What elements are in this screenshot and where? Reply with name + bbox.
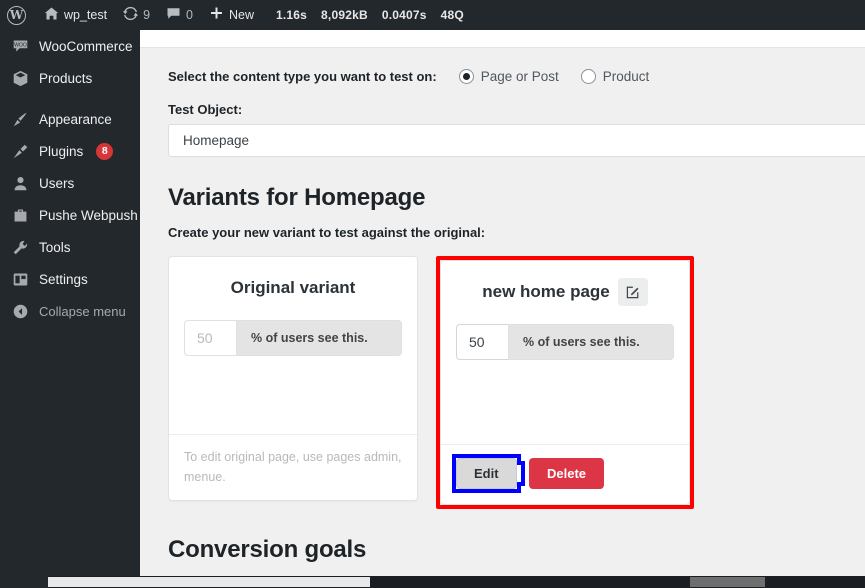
box-icon xyxy=(11,69,30,88)
metric-query-count: 48Q xyxy=(440,8,464,22)
new-variant-percent-addon: % of users see this. xyxy=(508,324,674,360)
briefcase-icon xyxy=(11,206,30,225)
sidebar-item-appearance[interactable]: Appearance xyxy=(0,103,140,135)
variants-subtext: Create your new variant to test against … xyxy=(168,225,486,240)
sidebar-item-label: WooCommerce xyxy=(39,38,133,54)
highlight-box-new-variant: new home page 50 % of users see this. Ed… xyxy=(436,256,694,509)
updates-icon xyxy=(123,6,139,24)
radio-page-or-post-control[interactable] xyxy=(458,69,474,84)
sidebar-item-settings[interactable]: Settings xyxy=(0,263,140,295)
admin-sidebar: WOO WooCommerce Products Appearance Plug… xyxy=(0,30,140,588)
highlight-box-edit-button: Edit xyxy=(451,458,526,489)
sidebar-item-label: Settings xyxy=(39,271,88,287)
new-variant-percent-group: 50 % of users see this. xyxy=(456,324,674,360)
card-new-variant: new home page 50 % of users see this. Ed… xyxy=(440,260,690,505)
variants-heading: Variants for Homepage xyxy=(168,184,426,211)
plus-icon xyxy=(209,6,224,24)
radio-product-control[interactable] xyxy=(580,69,596,84)
plugins-update-badge: 8 xyxy=(96,142,114,160)
test-object-select[interactable]: Homepage xyxy=(168,124,865,157)
page-header-strip xyxy=(140,30,865,48)
sidebar-item-products[interactable]: Products xyxy=(0,62,140,94)
new-content-label: New xyxy=(229,8,255,22)
scrollbar-thumb[interactable] xyxy=(48,577,370,587)
radio-page-or-post[interactable]: Page or Post xyxy=(458,69,559,84)
test-object-value: Homepage xyxy=(183,133,250,148)
sidebar-item-label: Tools xyxy=(39,239,71,255)
wrench-icon xyxy=(11,238,30,257)
card-original-variant: Original variant 50 % of users see this.… xyxy=(168,256,418,501)
sidebar-item-label: Plugins xyxy=(39,143,84,159)
paintbrush-icon xyxy=(11,110,30,129)
wordpress-logo-icon: W xyxy=(7,5,26,25)
user-icon xyxy=(11,174,30,193)
performance-metrics: 1.16s 8,092kB 0.0407s 48Q xyxy=(262,8,464,22)
metric-memory: 8,092kB xyxy=(321,8,368,22)
svg-text:WOO: WOO xyxy=(14,42,27,48)
new-content-menu[interactable]: New xyxy=(201,0,262,30)
card-new-variant-footer: Edit Delete xyxy=(441,444,689,504)
card-original-footer: To edit original page, use pages admin, … xyxy=(169,434,417,500)
sidebar-item-label: Appearance xyxy=(39,111,112,127)
sidebar-item-label: Products xyxy=(39,70,93,86)
original-percent-group: 50 % of users see this. xyxy=(184,320,402,356)
metric-load-time: 1.16s xyxy=(276,8,308,22)
site-name-menu[interactable]: wp_test xyxy=(36,0,115,30)
radio-product-label: Product xyxy=(602,69,650,84)
updates-menu[interactable]: 9 xyxy=(115,0,158,30)
sidebar-item-plugins[interactable]: Plugins 8 xyxy=(0,135,140,167)
radio-page-or-post-label: Page or Post xyxy=(480,69,559,84)
collapse-menu-button[interactable]: Collapse menu xyxy=(0,295,140,327)
card-original-body: Original variant 50 % of users see this. xyxy=(169,257,417,434)
card-new-variant-body: new home page 50 % of users see this. xyxy=(441,261,689,444)
sidebar-item-label: Users xyxy=(39,175,75,191)
updates-count: 9 xyxy=(143,8,151,22)
woocommerce-icon: WOO xyxy=(11,37,30,56)
card-original-title: Original variant xyxy=(230,278,356,297)
wordpress-logo-button[interactable]: W xyxy=(0,0,36,30)
new-variant-title-text: new home page xyxy=(482,282,610,301)
delete-variant-button[interactable]: Delete xyxy=(529,458,605,489)
site-name-label: wp_test xyxy=(64,8,108,22)
edit-variant-button[interactable]: Edit xyxy=(456,458,517,489)
sidebar-divider xyxy=(0,94,140,103)
sliders-icon xyxy=(11,270,30,289)
original-percent-addon: % of users see this. xyxy=(236,320,402,356)
chevron-left-circle-icon xyxy=(11,302,30,321)
horizontal-scrollbar[interactable] xyxy=(0,576,865,588)
scrollbar-track-left xyxy=(0,576,48,588)
card-new-variant-title: new home page xyxy=(456,277,674,307)
home-icon xyxy=(44,6,59,24)
sidebar-item-woocommerce[interactable]: WOO WooCommerce xyxy=(0,30,140,62)
scrollbar-track-right xyxy=(690,577,765,587)
collapse-menu-label: Collapse menu xyxy=(39,303,126,319)
sidebar-item-tools[interactable]: Tools xyxy=(0,231,140,263)
conversion-goals-heading: Conversion goals xyxy=(168,536,367,563)
content-type-row: Select the content type you want to test… xyxy=(168,69,865,84)
comments-count: 0 xyxy=(186,8,193,22)
screen: W wp_test 9 0 New 1.16s 8,092kB 0.0407s … xyxy=(0,0,865,588)
content-type-label: Select the content type you want to test… xyxy=(168,69,437,84)
sidebar-item-label: Pushe Webpush xyxy=(39,207,138,223)
sidebar-item-users[interactable]: Users xyxy=(0,167,140,199)
content-inner: Select the content type you want to test… xyxy=(140,48,865,588)
original-footer-note: To edit original page, use pages admin, … xyxy=(184,450,402,484)
test-object-label: Test Object: xyxy=(168,102,243,117)
card-spacer xyxy=(418,256,436,509)
pencil-square-icon[interactable] xyxy=(617,278,648,306)
comment-bubble-icon xyxy=(166,6,181,24)
radio-product[interactable]: Product xyxy=(580,69,650,84)
admin-bar: W wp_test 9 0 New 1.16s 8,092kB 0.0407s … xyxy=(0,0,865,30)
plug-icon xyxy=(11,142,30,161)
variant-cards: Original variant 50 % of users see this.… xyxy=(168,256,865,509)
main-content: Select the content type you want to test… xyxy=(140,30,865,588)
original-percent-input[interactable]: 50 xyxy=(184,320,236,356)
sidebar-item-pushe-webpush[interactable]: Pushe Webpush xyxy=(0,199,140,231)
comments-menu[interactable]: 0 xyxy=(158,0,201,30)
new-variant-percent-input[interactable]: 50 xyxy=(456,324,508,360)
metric-query-time: 0.0407s xyxy=(381,8,427,22)
